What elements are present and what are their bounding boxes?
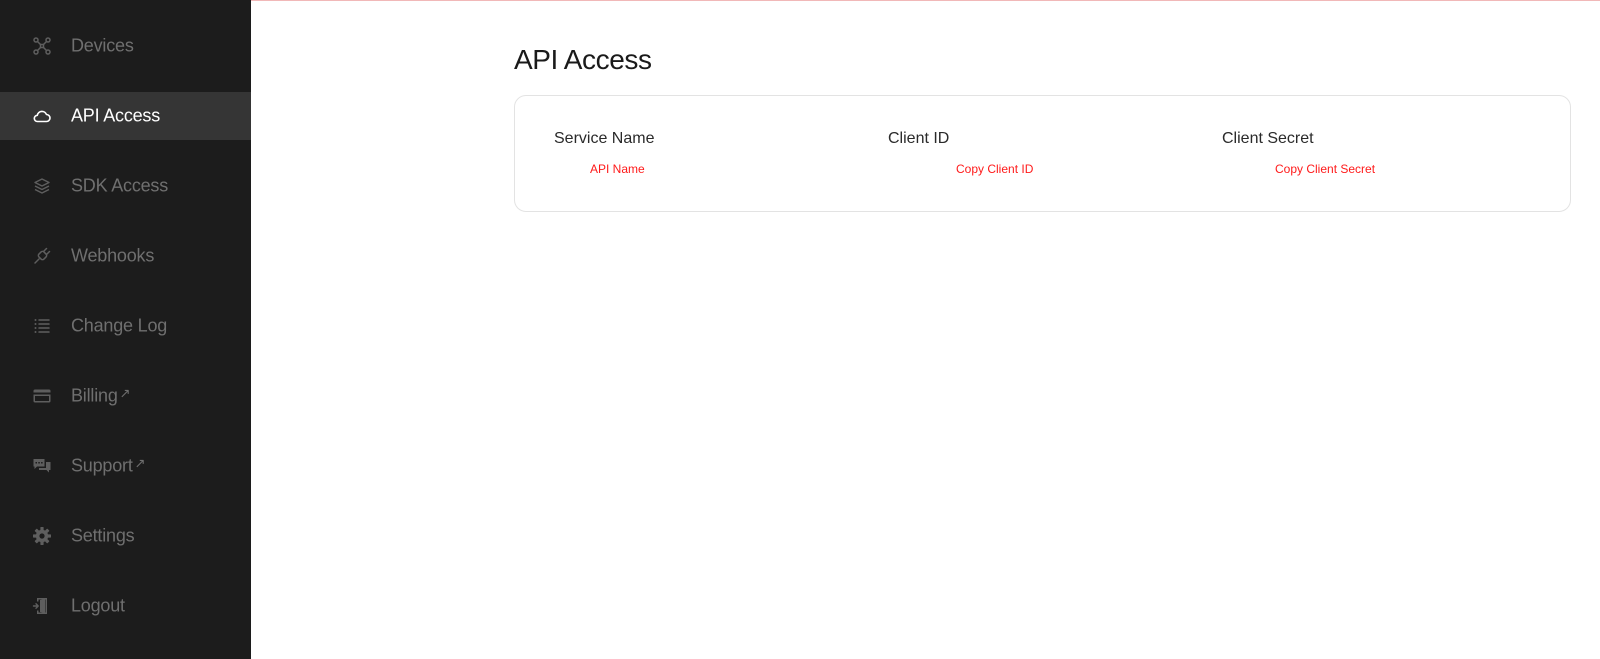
sidebar-item-change-log[interactable]: Change Log xyxy=(0,302,251,350)
logout-icon xyxy=(32,596,52,616)
external-link-icon: ↗ xyxy=(119,385,131,401)
sidebar-item-logout[interactable]: Logout xyxy=(0,582,251,630)
sidebar-item-label: Logout xyxy=(71,595,125,616)
sidebar-item-sdk-access[interactable]: SDK Access xyxy=(0,162,251,210)
api-credentials-card: Service Name API Name Client ID Copy Cli… xyxy=(514,95,1571,212)
sidebar-item-billing[interactable]: Billing ↗ xyxy=(0,372,251,420)
list-icon xyxy=(32,316,52,336)
external-link-icon: ↗ xyxy=(134,455,146,471)
sidebar-item-label: Support ↗ xyxy=(71,455,146,476)
sidebar-item-settings[interactable]: Settings xyxy=(0,512,251,560)
sidebar-item-devices[interactable]: Devices xyxy=(0,22,251,70)
sidebar-item-webhooks[interactable]: Webhooks xyxy=(0,232,251,280)
sidebar-item-label: Settings xyxy=(71,525,135,546)
cloud-icon xyxy=(32,106,52,126)
sidebar-item-label: Change Log xyxy=(71,315,168,336)
sidebar-item-label: API Access xyxy=(71,105,161,126)
layers-icon xyxy=(32,176,52,196)
sidebar-item-label: SDK Access xyxy=(71,175,169,196)
top-divider xyxy=(251,0,1600,1)
sidebar-item-label: Webhooks xyxy=(71,245,155,266)
sidebar-item-label: Billing ↗ xyxy=(71,385,131,406)
gear-icon xyxy=(32,526,52,546)
client-secret-header: Client Secret xyxy=(1222,130,1314,147)
service-name-header: Service Name xyxy=(554,130,655,147)
sidebar: Devices API Access SDK Access Webhooks C… xyxy=(0,0,251,659)
client-id-header: Client ID xyxy=(888,130,950,147)
page-title: API Access xyxy=(514,44,652,75)
plug-icon xyxy=(32,246,52,266)
app: Devices API Access SDK Access Webhooks C… xyxy=(0,0,1600,659)
main-content: API Access Service Name API Name Client … xyxy=(251,0,1600,659)
api-name-value: API Name xyxy=(590,162,645,176)
sidebar-item-support[interactable]: Support ↗ xyxy=(0,442,251,490)
devices-icon xyxy=(32,36,52,56)
credit-card-icon xyxy=(32,386,52,406)
sidebar-item-label: Devices xyxy=(71,35,134,56)
copy-client-secret-button[interactable]: Copy Client Secret xyxy=(1275,162,1375,176)
copy-client-id-button[interactable]: Copy Client ID xyxy=(956,162,1033,176)
sidebar-item-api-access[interactable]: API Access xyxy=(0,92,251,140)
chat-icon xyxy=(32,456,52,476)
